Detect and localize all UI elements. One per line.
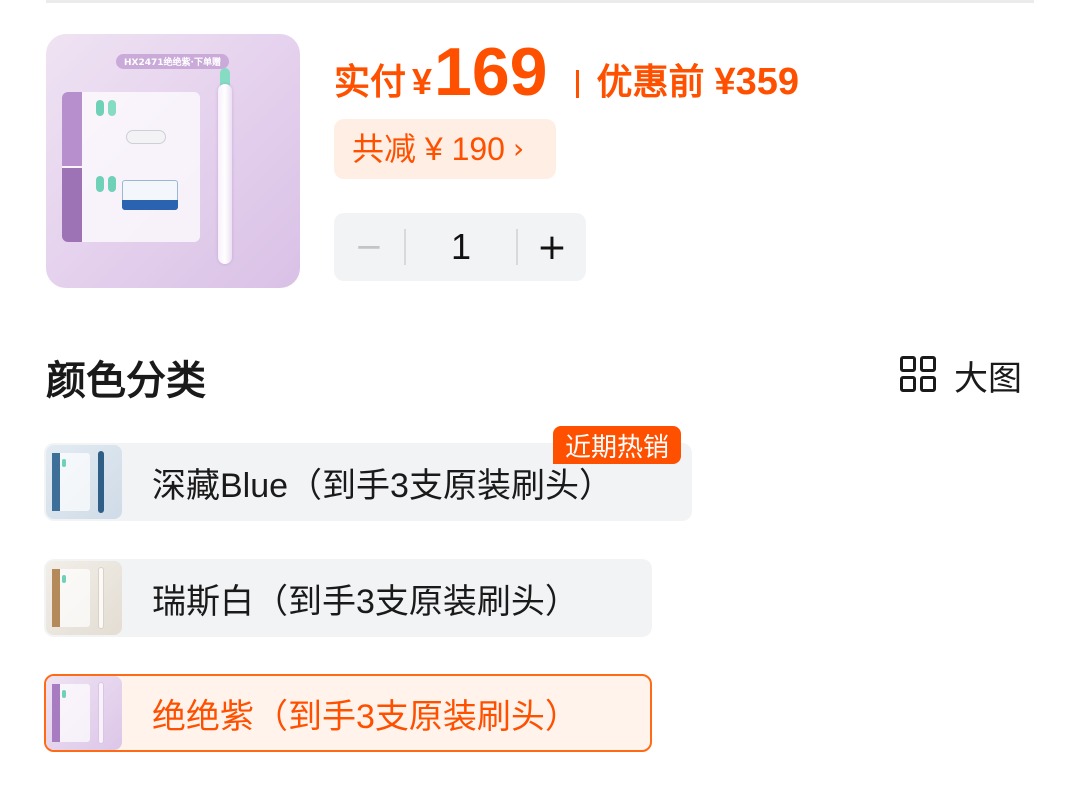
floss-box-stripe bbox=[122, 200, 178, 210]
price-row: 实付 ¥ 169 优惠前 ¥359 bbox=[334, 30, 799, 106]
decrease-button[interactable]: − bbox=[334, 213, 404, 281]
option-thumbnail bbox=[46, 561, 122, 635]
brush-head-image bbox=[108, 176, 116, 192]
sku-option-white[interactable]: 瑞斯白（到手3支原装刷头） bbox=[44, 559, 652, 637]
currency-symbol: ¥ bbox=[412, 61, 433, 102]
thumbnail-panel bbox=[62, 92, 200, 242]
option-thumbnail bbox=[46, 445, 122, 519]
big-view-label: 大图 bbox=[954, 359, 1022, 398]
original-price-label: 优惠前 bbox=[596, 61, 705, 102]
option-label: 瑞斯白（到手3支原装刷头） bbox=[152, 582, 579, 621]
original-price: ¥359 bbox=[714, 61, 800, 103]
big-view-button[interactable]: 大图 bbox=[900, 354, 1022, 398]
option-label: 绝绝紫（到手3支原装刷头） bbox=[152, 697, 579, 736]
brush-head-image bbox=[108, 100, 116, 116]
option-label: 深藏Blue（到手3支原装刷头） bbox=[152, 466, 613, 505]
quantity-stepper: − 1 + bbox=[334, 213, 586, 281]
price-separator bbox=[575, 70, 579, 98]
brush-head-image bbox=[96, 176, 104, 192]
thumbnail-side-top bbox=[62, 92, 82, 166]
option-thumbnail bbox=[46, 676, 122, 750]
increase-button[interactable]: + bbox=[518, 213, 586, 281]
section-title: 颜色分类 bbox=[46, 359, 206, 403]
thumbnail-badge: HX2471绝绝紫·下单赠 bbox=[116, 54, 229, 69]
hot-sale-badge: 近期热销 bbox=[553, 426, 682, 464]
discount-detail-button[interactable]: 共减 ¥ 190 › bbox=[334, 119, 556, 179]
discount-text: 共减 ¥ 190 bbox=[352, 131, 505, 167]
chevron-right-icon: › bbox=[512, 132, 525, 165]
quantity-input[interactable]: 1 bbox=[406, 213, 516, 281]
product-thumbnail[interactable]: HX2471绝绝紫·下单赠 bbox=[46, 34, 300, 288]
charger-image bbox=[126, 130, 166, 144]
grid-icon bbox=[900, 356, 938, 394]
toothbrush-image bbox=[218, 84, 232, 264]
sku-option-purple[interactable]: 绝绝紫（到手3支原装刷头） bbox=[44, 674, 652, 752]
top-divider bbox=[46, 0, 1034, 3]
brush-head-image bbox=[96, 100, 104, 116]
thumbnail-side-bottom bbox=[62, 168, 82, 242]
paid-label: 实付 bbox=[334, 61, 407, 102]
paid-price: 169 bbox=[434, 34, 548, 110]
